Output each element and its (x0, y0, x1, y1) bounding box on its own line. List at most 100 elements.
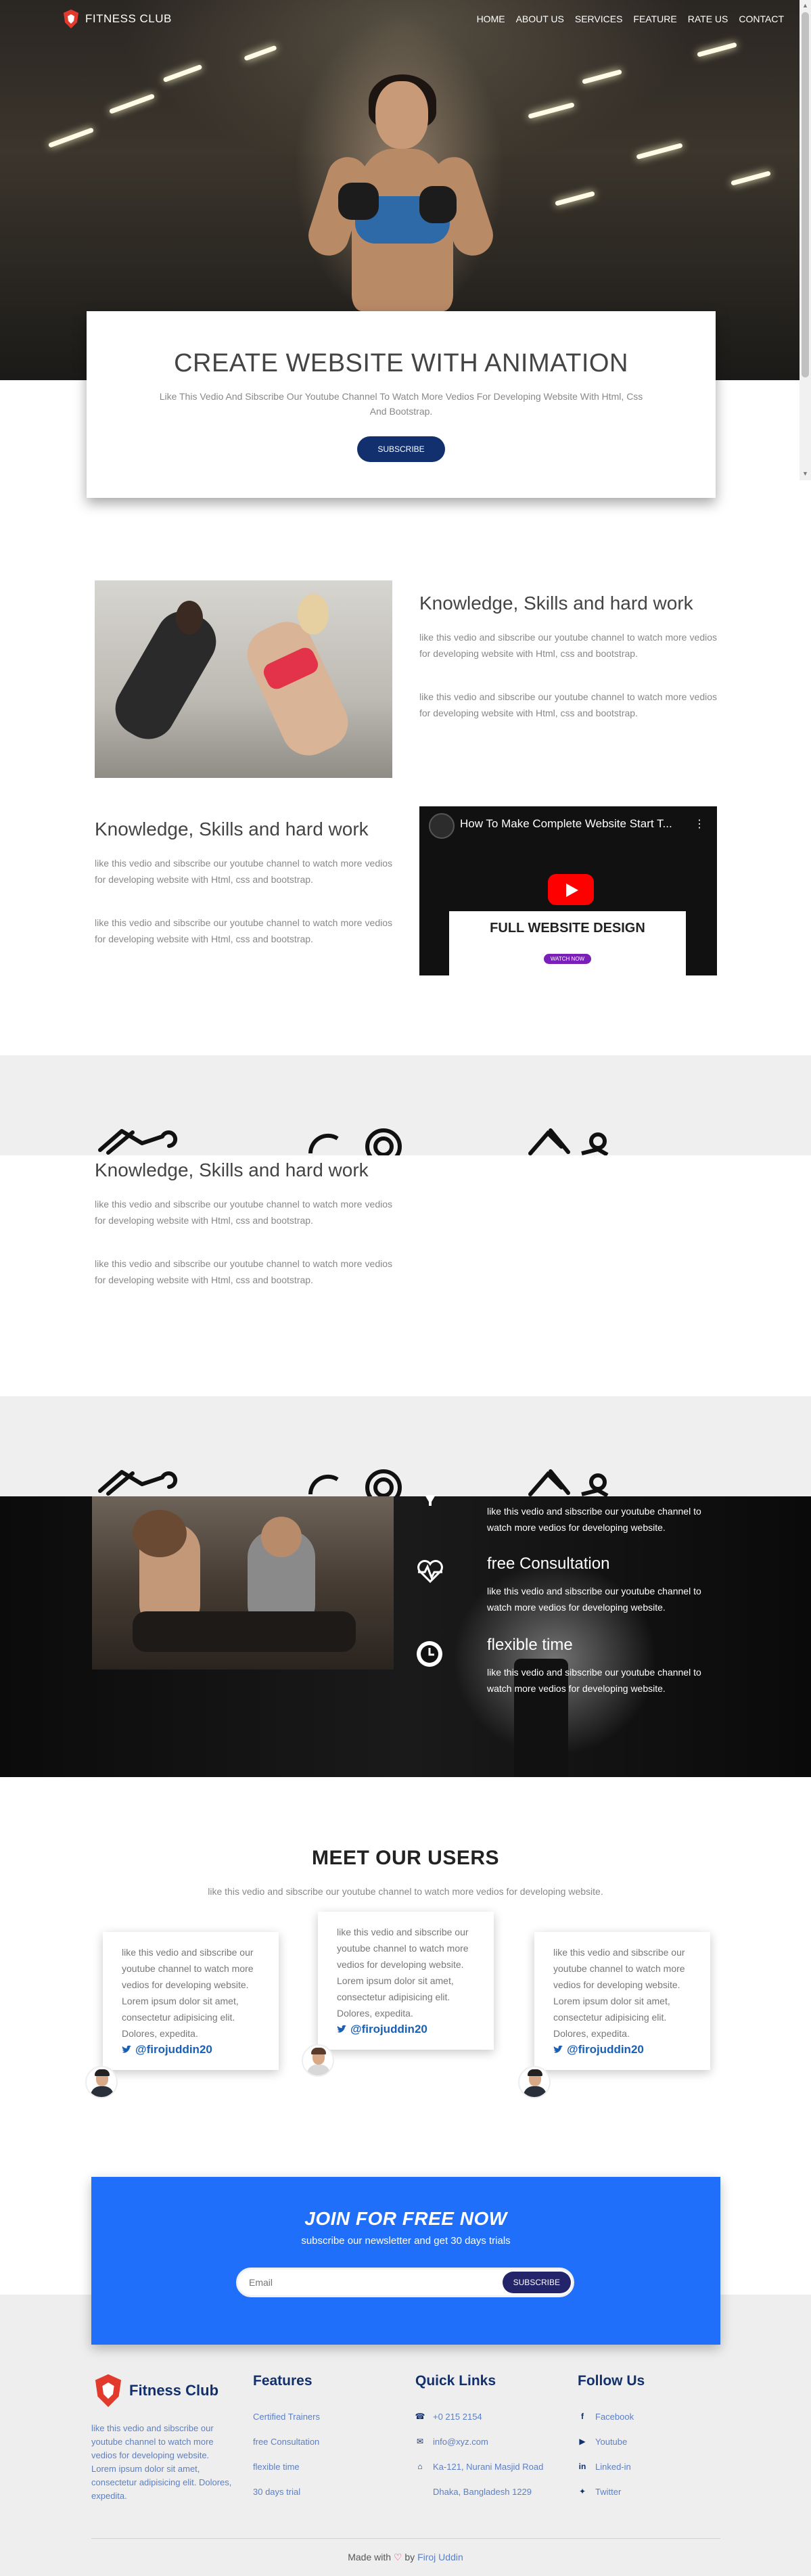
youtube-video-embed[interactable]: How To Make Complete Website Start T... … (419, 806, 717, 975)
newsletter-subscribe-button[interactable]: SUBSCRIBE (502, 2272, 571, 2293)
hero-title: CREATE WEBSITE WITH ANIMATION (174, 349, 628, 377)
service-text: like this vedio and sibscribe our youtub… (487, 1586, 701, 1613)
ceiling-light (108, 93, 156, 114)
join-newsletter-box: JOIN FOR FREE NOW subscribe our newslett… (91, 2177, 720, 2345)
linkedin-icon: in (578, 2462, 586, 2471)
footer-follow-column: Follow Us f Facebook ▶ Youtube in Linked-in… (578, 2373, 645, 2504)
nav-links: HOME ABOUT US SERVICES FEATURE RATE US C… (477, 14, 784, 24)
service-title: free Consultation (487, 1555, 610, 1573)
video-title[interactable]: How To Make Complete Website Start T... (460, 817, 672, 831)
footer-address-text: Ka-121, Nurani Masjid Road (433, 2462, 544, 2472)
gym-cycling-photo (92, 1496, 394, 1670)
footer-address-city: Dhaka, Bangladesh 1229 (415, 2479, 543, 2504)
linkedin-label: Linked-in (595, 2462, 631, 2472)
service-text: like this vedio and sibscribe our youtub… (487, 1667, 701, 1694)
testimonial-card: like this vedio and sibscribe our youtub… (534, 1932, 710, 2070)
credit-by: by (404, 2552, 415, 2562)
twitter-handle: @firojuddin20 (567, 2043, 644, 2056)
footer-email[interactable]: ✉ info@xyz.com (415, 2429, 543, 2454)
running-icon (98, 1129, 178, 1155)
twitter-icon (122, 2046, 131, 2053)
twitter-handle: @firojuddin20 (350, 2023, 427, 2036)
feature-text: like this vedio and sibscribe our youtub… (419, 691, 717, 718)
facebook-link[interactable]: f Facebook (578, 2404, 645, 2429)
footer-feature-link[interactable]: flexible time (253, 2454, 320, 2479)
more-options-icon[interactable]: ⋮ (694, 817, 705, 831)
footer-brand-name: Fitness Club (129, 2382, 219, 2399)
nav-contact[interactable]: CONTACT (739, 14, 784, 24)
feature-heading: Knowledge, Skills and hard work (95, 819, 369, 840)
testimonial-card: like this vedio and sibscribe our youtub… (103, 1932, 279, 2070)
hero-subscribe-button[interactable]: SUBSCRIBE (357, 436, 445, 462)
feature-text: like this vedio and sibscribe our youtub… (95, 858, 392, 885)
nav-rate-us[interactable]: RATE US (688, 14, 728, 24)
feature-text: like this vedio and sibscribe our youtub… (95, 917, 392, 944)
navbar: FITNESS CLUB HOME ABOUT US SERVICES FEAT… (0, 0, 811, 38)
footer-divider (91, 2538, 720, 2539)
ceiling-light (162, 64, 203, 83)
credit-prefix: Made with (348, 2552, 392, 2562)
footer-city-text: Dhaka, Bangladesh 1229 (433, 2487, 532, 2497)
twitter-icon (553, 2046, 563, 2053)
email-input[interactable] (249, 2270, 506, 2295)
credit-author-link[interactable]: Firoj Uddin (417, 2552, 463, 2562)
hero-subtitle: Like This Vedio And Sibscribe Our Youtub… (159, 391, 643, 417)
channel-avatar-icon[interactable] (429, 813, 455, 839)
footer-quick-links-column: Quick Links ☎ +0 215 2154 ✉ info@xyz.com ⌂… (415, 2373, 544, 2504)
user-avatar (518, 2066, 551, 2098)
scroll-up-icon[interactable]: ▲ (802, 3, 808, 9)
youtube-link[interactable]: ▶ Youtube (578, 2429, 645, 2454)
ceiling-light (582, 69, 622, 85)
heartbeat-icon (417, 1560, 443, 1583)
nav-feature[interactable]: FEATURE (633, 14, 676, 24)
footer-phone[interactable]: ☎ +0 215 2154 (415, 2404, 543, 2429)
footer-email-text: info@xyz.com (433, 2437, 488, 2447)
footer-feature-link[interactable]: Certified Trainers (253, 2404, 320, 2429)
testimonial-text: like this vedio and sibscribe our youtub… (553, 1947, 685, 2039)
footer-links-heading: Quick Links (415, 2373, 496, 2389)
nav-home[interactable]: HOME (477, 14, 505, 24)
phone-icon: ☎ (415, 2412, 425, 2421)
running-icon (98, 1470, 178, 1496)
hero-card: CREATE WEBSITE WITH ANIMATION Like This … (87, 311, 716, 498)
service-title: flexible time (487, 1636, 573, 1654)
youtube-icon: ▶ (579, 2437, 586, 2446)
footer-feature-link[interactable]: 30 days trial (253, 2479, 320, 2504)
footer-about-text: like this vedio and sibscribe our youtub… (91, 2423, 232, 2501)
scroll-down-icon[interactable]: ▼ (802, 471, 808, 477)
heart-icon: ♡ (393, 2552, 402, 2562)
brand[interactable]: FITNESS CLUB (62, 9, 172, 29)
join-subtitle: subscribe our newsletter and get 30 days… (301, 2235, 511, 2247)
join-title: JOIN FOR FREE NOW (304, 2208, 507, 2229)
footer-address[interactable]: ⌂ Ka-121, Nurani Masjid Road (415, 2454, 543, 2479)
target-icon (308, 1469, 402, 1496)
twitter-handle-link[interactable]: @firojuddin20 (122, 2043, 260, 2056)
twitter-label: Twitter (595, 2487, 622, 2497)
testimonial-text: like this vedio and sibscribe our youtub… (122, 1947, 254, 2039)
trainer-icon (425, 1495, 436, 1506)
feature-text: like this vedio and sibscribe our youtub… (95, 1199, 392, 1226)
scrollbar-thumb[interactable] (802, 12, 809, 377)
users-subtitle: like this vedio and sibscribe our youtub… (208, 1886, 603, 1897)
twitter-icon: ✦ (578, 2487, 586, 2496)
user-avatar (302, 2044, 334, 2077)
nav-services[interactable]: SERVICES (575, 14, 623, 24)
feature-text: like this vedio and sibscribe our youtub… (419, 632, 717, 659)
team-icon (528, 1469, 609, 1496)
nav-about-us[interactable]: ABOUT US (516, 14, 564, 24)
testimonial-card: like this vedio and sibscribe our youtub… (318, 1912, 494, 2050)
linkedin-link[interactable]: in Linked-in (578, 2454, 645, 2479)
twitter-handle-link[interactable]: @firojuddin20 (553, 2043, 691, 2056)
clock-icon (417, 1641, 442, 1667)
ceiling-light (555, 191, 595, 206)
ceiling-light (697, 42, 737, 58)
user-avatar (85, 2066, 118, 2098)
footer-brand[interactable]: Fitness Club (91, 2373, 233, 2408)
twitter-handle-link[interactable]: @firojuddin20 (337, 2023, 475, 2036)
twitter-icon (337, 2025, 346, 2033)
newsletter-form: SUBSCRIBE (236, 2268, 574, 2297)
footer-feature-link[interactable]: free Consultation (253, 2429, 320, 2454)
twitter-link[interactable]: ✦ Twitter (578, 2479, 645, 2504)
play-button-icon[interactable] (548, 874, 594, 905)
footer-credit: Made with ♡ by Firoj Uddin (0, 2552, 811, 2563)
